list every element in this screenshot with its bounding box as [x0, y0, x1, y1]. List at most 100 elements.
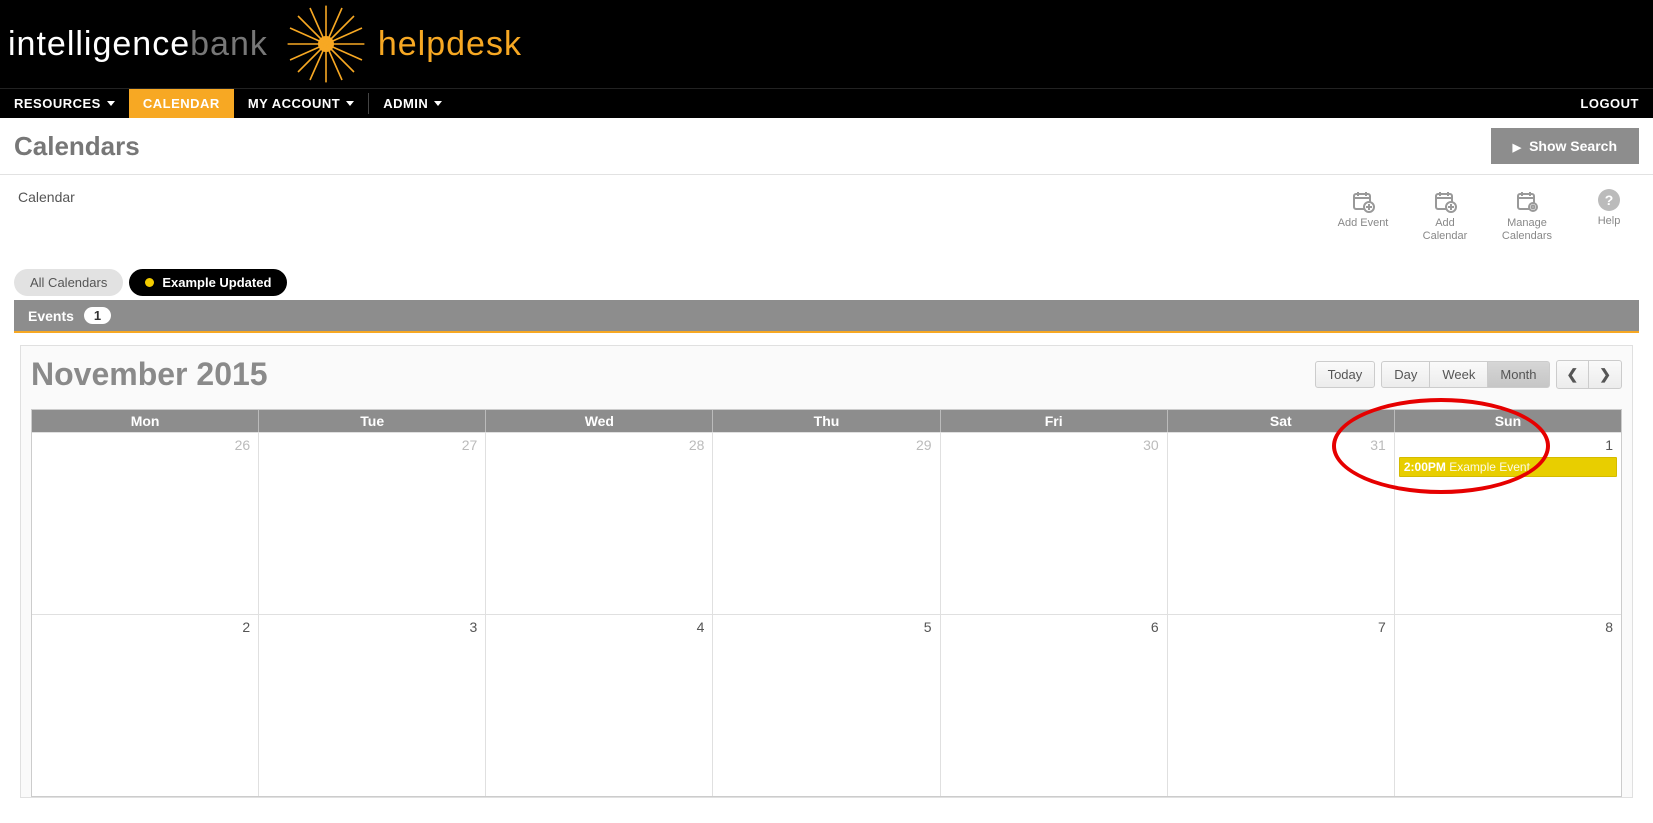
event-title: Example Event [1449, 460, 1530, 474]
color-dot-icon [145, 278, 154, 287]
calendar-cell[interactable]: 31 [1168, 432, 1395, 614]
brand-part2: bank [190, 25, 268, 63]
calendar-cell[interactable]: 29 [713, 432, 940, 614]
date-number: 26 [235, 437, 251, 453]
chevron-down-icon [434, 101, 442, 106]
weekday-cell: Sat [1168, 410, 1395, 432]
calendar-cell[interactable]: 27 [259, 432, 486, 614]
brand-logo: intelligencebank [8, 25, 268, 64]
tab-all-calendars[interactable]: All Calendars [14, 269, 123, 296]
show-search-button[interactable]: ▶ Show Search [1491, 128, 1639, 164]
tab-label: Example Updated [162, 275, 271, 290]
month-nav: ❮ ❯ [1556, 360, 1622, 389]
nav-label: ADMIN [383, 96, 428, 111]
tool-label: Manage Calendars [1497, 217, 1557, 243]
today-button[interactable]: Today [1315, 361, 1376, 388]
event-time: 2:00PM [1404, 460, 1446, 474]
date-number: 8 [1605, 619, 1613, 635]
calendar-cell[interactable]: 4 [486, 614, 713, 796]
tab-example-updated[interactable]: Example Updated [129, 269, 287, 296]
tool-label: Add Calendar [1415, 217, 1475, 243]
nav-label: RESOURCES [14, 96, 101, 111]
product-name: helpdesk [378, 25, 522, 64]
view-switcher: Day Week Month [1381, 361, 1549, 388]
chevron-down-icon [346, 101, 354, 106]
calendar-plus-icon [1351, 189, 1375, 213]
help-button[interactable]: ? Help [1579, 189, 1639, 228]
calendar-cell[interactable]: 28 [486, 432, 713, 614]
brand-part1: intelligence [8, 25, 190, 63]
add-calendar-button[interactable]: Add Calendar [1415, 189, 1475, 243]
calendar-cell[interactable]: 30 [941, 432, 1168, 614]
date-number: 29 [916, 437, 932, 453]
weekday-cell: Wed [486, 410, 713, 432]
sun-icon [286, 4, 366, 84]
chevron-down-icon [107, 101, 115, 106]
calendar-cell[interactable]: 26 [32, 432, 259, 614]
date-number: 3 [469, 619, 477, 635]
triangle-right-icon: ▶ [1513, 142, 1521, 154]
nav-label: MY ACCOUNT [248, 96, 340, 111]
view-day-button[interactable]: Day [1381, 361, 1430, 388]
next-month-button[interactable]: ❯ [1588, 360, 1622, 389]
events-count: 1 [84, 307, 111, 324]
nav-resources[interactable]: RESOURCES [0, 89, 129, 118]
date-number: 28 [689, 437, 705, 453]
manage-calendars-button[interactable]: Manage Calendars [1497, 189, 1557, 243]
calendar-row: 26 27 28 29 30 31 1 2:00PM Example Event [32, 432, 1621, 614]
calendar-cell[interactable]: 8 [1395, 614, 1621, 796]
calendar-cell[interactable]: 3 [259, 614, 486, 796]
events-label: Events [28, 308, 74, 324]
date-number: 6 [1151, 619, 1159, 635]
nav-logout[interactable]: LOGOUT [1566, 89, 1653, 118]
weekday-header: Mon Tue Wed Thu Fri Sat Sun [32, 410, 1621, 432]
calendar-grid: Mon Tue Wed Thu Fri Sat Sun 26 27 28 29 … [31, 409, 1622, 797]
main-nav: RESOURCES CALENDAR MY ACCOUNT ADMIN LOGO… [0, 88, 1653, 118]
calendar-tabs: All Calendars Example Updated [0, 251, 1653, 300]
calendar-cell[interactable]: 2 [32, 614, 259, 796]
weekday-cell: Tue [259, 410, 486, 432]
calendar-header: November 2015 Today Day Week Month ❮ ❯ [31, 354, 1622, 399]
show-search-label: Show Search [1529, 138, 1617, 154]
weekday-cell: Mon [32, 410, 259, 432]
breadcrumb: Calendar [18, 189, 75, 243]
add-event-button[interactable]: Add Event [1333, 189, 1393, 230]
breadcrumb-bar: Calendar Add Event Add Calendar Manage C… [0, 175, 1653, 251]
view-month-button[interactable]: Month [1487, 361, 1549, 388]
nav-calendar[interactable]: CALENDAR [129, 89, 234, 118]
calendar-gear-icon [1515, 189, 1539, 213]
nav-label: CALENDAR [143, 96, 220, 111]
date-number: 27 [462, 437, 478, 453]
calendar-row: 2 3 4 5 6 7 8 [32, 614, 1621, 796]
nav-my-account[interactable]: MY ACCOUNT [234, 89, 368, 118]
calendar-cell[interactable]: 6 [941, 614, 1168, 796]
weekday-cell: Thu [713, 410, 940, 432]
prev-month-button[interactable]: ❮ [1556, 360, 1590, 389]
nav-admin[interactable]: ADMIN [369, 89, 456, 118]
date-number: 30 [1143, 437, 1159, 453]
calendar-add-icon [1433, 189, 1457, 213]
date-number: 4 [697, 619, 705, 635]
date-number: 7 [1378, 619, 1386, 635]
tool-label: Add Event [1338, 217, 1389, 230]
help-icon: ? [1598, 189, 1620, 211]
date-number: 2 [242, 619, 250, 635]
month-title: November 2015 [31, 356, 268, 393]
calendar-panel: November 2015 Today Day Week Month ❮ ❯ M… [20, 345, 1633, 798]
title-bar: Calendars ▶ Show Search [0, 118, 1653, 175]
page-title: Calendars [14, 131, 140, 162]
events-bar: Events 1 [14, 300, 1639, 333]
date-number: 31 [1370, 437, 1386, 453]
weekday-cell: Fri [941, 410, 1168, 432]
calendar-cell[interactable]: 1 2:00PM Example Event [1395, 432, 1621, 614]
app-header: intelligencebank helpdesk [0, 0, 1653, 88]
calendar-cell[interactable]: 7 [1168, 614, 1395, 796]
view-week-button[interactable]: Week [1429, 361, 1488, 388]
weekday-cell: Sun [1395, 410, 1621, 432]
event-chip[interactable]: 2:00PM Example Event [1399, 457, 1617, 477]
date-number: 5 [924, 619, 932, 635]
calendar-cell[interactable]: 5 [713, 614, 940, 796]
toolbar: Add Event Add Calendar Manage Calendars … [1333, 189, 1639, 243]
calendar-controls: Today Day Week Month ❮ ❯ [1315, 360, 1622, 389]
date-number: 1 [1605, 437, 1613, 453]
